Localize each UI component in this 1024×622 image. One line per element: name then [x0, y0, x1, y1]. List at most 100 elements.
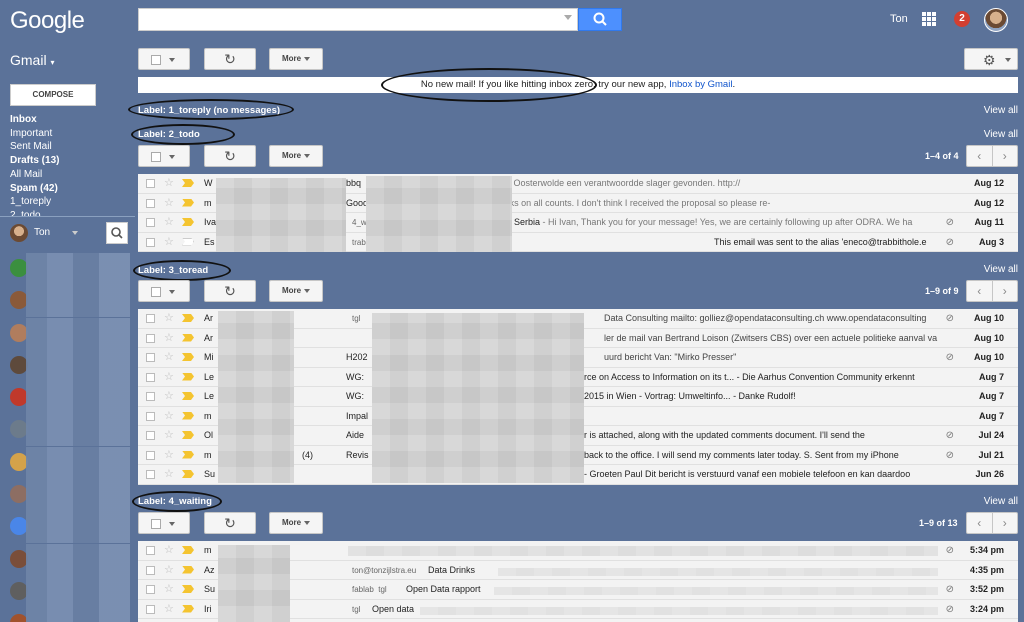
- inbox-by-gmail-link[interactable]: Inbox by Gmail: [669, 79, 732, 90]
- search-input[interactable]: [138, 8, 578, 31]
- contact-item[interactable]: [10, 446, 138, 479]
- important-marker-icon[interactable]: [182, 450, 194, 459]
- contact-item[interactable]: [10, 317, 138, 350]
- more-button[interactable]: More: [269, 48, 323, 70]
- sidebar-item-inbox[interactable]: Inbox: [10, 113, 130, 127]
- star-icon[interactable]: ☆: [164, 465, 174, 484]
- important-marker-icon[interactable]: [182, 333, 194, 342]
- row-checkbox[interactable]: [146, 450, 155, 460]
- section-title-waiting[interactable]: Label: 4_waiting: [138, 496, 212, 507]
- row-checkbox[interactable]: [146, 333, 155, 343]
- contact-item[interactable]: [10, 543, 138, 576]
- prev-page-button[interactable]: ‹: [967, 513, 992, 533]
- contact-item[interactable]: [10, 349, 138, 382]
- row-checkbox[interactable]: [146, 392, 155, 401]
- star-icon[interactable]: ☆: [164, 309, 174, 328]
- row-checkbox[interactable]: [146, 218, 155, 227]
- important-marker-icon[interactable]: [182, 470, 194, 478]
- row-label-tag[interactable]: tgl: [352, 600, 360, 619]
- important-marker-icon[interactable]: [182, 372, 194, 381]
- row-checkbox[interactable]: [146, 314, 155, 323]
- important-marker-icon[interactable]: [182, 604, 194, 613]
- star-icon[interactable]: ☆: [164, 541, 174, 560]
- row-checkbox[interactable]: [146, 431, 155, 440]
- view-all-link[interactable]: View all: [984, 264, 1018, 275]
- section-title-todo[interactable]: Label: 2_todo: [138, 129, 200, 140]
- gmail-menu[interactable]: Gmail ▾: [10, 52, 54, 68]
- star-icon[interactable]: ☆: [164, 329, 174, 348]
- search-options-icon[interactable]: [564, 15, 572, 20]
- row-label-tag[interactable]: tgl: [352, 309, 360, 328]
- section-title-toreply[interactable]: Label: 1_toreply (no messages): [138, 105, 280, 116]
- important-marker-icon[interactable]: [182, 179, 194, 187]
- star-icon[interactable]: ☆: [164, 600, 174, 619]
- notifications-badge[interactable]: 2: [954, 11, 970, 27]
- select-checkbox-button[interactable]: [138, 145, 190, 167]
- row-checkbox[interactable]: [146, 585, 155, 594]
- apps-grid-icon[interactable]: [922, 12, 936, 26]
- sidebar-item-spam[interactable]: Spam (42): [10, 182, 130, 196]
- row-label-tag[interactable]: ton@tonzijlstra.eu: [352, 561, 416, 580]
- row-label-tag[interactable]: 4_w: [352, 213, 367, 232]
- section-title-toread[interactable]: Label: 3_toread: [138, 265, 208, 276]
- refresh-button[interactable]: ↻: [204, 145, 256, 167]
- row-checkbox[interactable]: [146, 604, 155, 614]
- more-button[interactable]: More: [269, 512, 323, 534]
- important-marker-icon[interactable]: [182, 411, 194, 420]
- important-marker-icon[interactable]: [182, 218, 194, 226]
- more-button[interactable]: More: [269, 145, 323, 167]
- contact-item[interactable]: [10, 608, 138, 622]
- star-icon[interactable]: ☆: [164, 174, 174, 193]
- contact-item[interactable]: [10, 511, 138, 544]
- settings-button[interactable]: ⚙: [964, 48, 1018, 70]
- star-icon[interactable]: ☆: [164, 368, 174, 387]
- row-label-tag[interactable]: fablab tgl: [352, 580, 387, 599]
- sidebar-item-toreply[interactable]: 1_toreply: [10, 195, 130, 209]
- row-checkbox[interactable]: [146, 546, 155, 555]
- next-page-button[interactable]: ›: [991, 281, 1018, 301]
- important-marker-icon[interactable]: [182, 198, 194, 207]
- important-marker-icon[interactable]: [182, 314, 194, 322]
- compose-button[interactable]: COMPOSE: [10, 84, 96, 106]
- select-checkbox-button[interactable]: [138, 280, 190, 302]
- next-page-button[interactable]: ›: [991, 513, 1018, 533]
- contact-item[interactable]: [10, 575, 138, 608]
- prev-page-button[interactable]: ‹: [967, 146, 992, 166]
- row-checkbox[interactable]: [146, 565, 155, 575]
- star-icon[interactable]: ☆: [164, 233, 174, 252]
- star-icon[interactable]: ☆: [164, 580, 174, 599]
- star-icon[interactable]: ☆: [164, 387, 174, 406]
- row-checkbox[interactable]: [146, 237, 155, 247]
- row-checkbox[interactable]: [146, 411, 155, 421]
- next-page-button[interactable]: ›: [991, 146, 1018, 166]
- important-marker-icon[interactable]: [182, 546, 194, 554]
- star-icon[interactable]: ☆: [164, 561, 174, 580]
- row-checkbox[interactable]: [146, 198, 155, 208]
- row-checkbox[interactable]: [146, 372, 155, 382]
- refresh-button[interactable]: ↻: [204, 512, 256, 534]
- row-checkbox[interactable]: [146, 353, 155, 362]
- refresh-button[interactable]: ↻: [204, 280, 256, 302]
- row-checkbox[interactable]: [146, 179, 155, 188]
- row-checkbox[interactable]: [146, 470, 155, 479]
- contact-item[interactable]: [10, 285, 138, 318]
- important-marker-icon[interactable]: [182, 585, 194, 593]
- account-name[interactable]: Ton: [890, 13, 908, 25]
- star-icon[interactable]: ☆: [164, 446, 174, 465]
- important-marker-icon[interactable]: [182, 237, 194, 246]
- view-all-link[interactable]: View all: [984, 105, 1018, 116]
- star-icon[interactable]: ☆: [164, 407, 174, 426]
- search-button[interactable]: [578, 8, 622, 31]
- contact-item[interactable]: [10, 382, 138, 415]
- refresh-button[interactable]: ↻: [204, 48, 256, 70]
- more-button[interactable]: More: [269, 280, 323, 302]
- important-marker-icon[interactable]: [182, 353, 194, 361]
- contact-item[interactable]: [10, 253, 138, 285]
- hangouts-search-button[interactable]: [106, 222, 128, 244]
- sidebar-item-todo[interactable]: 2_todo: [10, 209, 130, 216]
- sidebar-item-drafts[interactable]: Drafts (13): [10, 154, 130, 168]
- sidebar-item-sent[interactable]: Sent Mail: [10, 140, 130, 154]
- account-avatar[interactable]: [984, 8, 1008, 32]
- prev-page-button[interactable]: ‹: [967, 281, 992, 301]
- important-marker-icon[interactable]: [182, 431, 194, 439]
